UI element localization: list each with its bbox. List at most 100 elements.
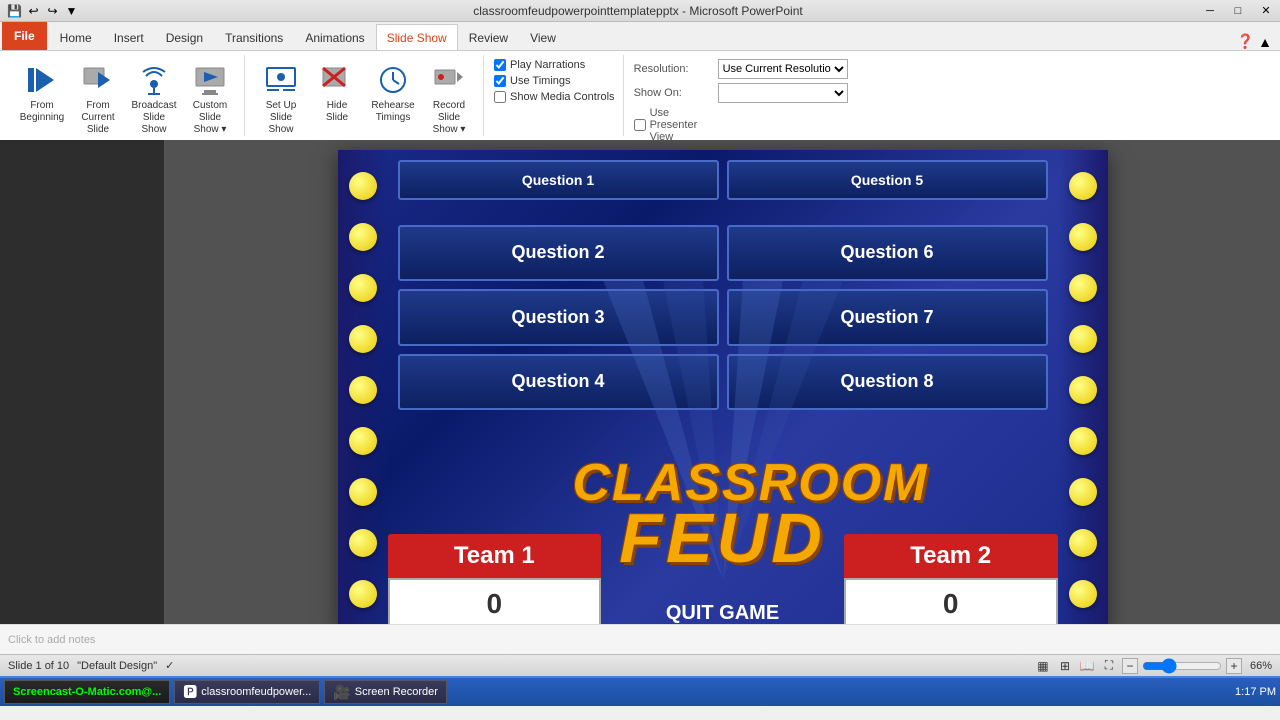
taskbar-time: 1:17 PM <box>1235 686 1276 698</box>
dot <box>349 478 377 506</box>
record-label: Record SlideShow ▾ <box>428 100 470 136</box>
record-icon <box>431 62 467 98</box>
broadcast-label: BroadcastSlide Show <box>131 100 176 136</box>
minimize-button[interactable]: ─ <box>1196 1 1224 21</box>
monitor-options: Resolution: Use Current Resolution Show … <box>634 55 848 143</box>
hide-slide-button[interactable]: HideSlide <box>311 59 363 127</box>
play-narrations-checkbox[interactable]: Play Narrations <box>494 59 615 71</box>
view-slideshow-icon[interactable]: ⛶ <box>1100 657 1118 675</box>
tab-transitions[interactable]: Transitions <box>214 24 294 50</box>
team2-score: 0 <box>844 578 1058 624</box>
screencast-app[interactable]: Screencast-O-Matic.com@... <box>4 680 170 704</box>
tab-review[interactable]: Review <box>458 24 519 50</box>
slide-main: Question 1 Question 5 Question 2 Questio… <box>165 140 1280 624</box>
ribbon-group-start-slideshow: FromBeginning FromCurrent Slide <box>8 55 245 136</box>
show-on-select[interactable] <box>718 83 848 103</box>
dot <box>1069 580 1097 608</box>
from-beginning-button[interactable]: FromBeginning <box>16 59 68 127</box>
left-dots-decoration <box>338 150 388 624</box>
screen-recorder-icon: 🎥 <box>333 684 350 701</box>
powerpoint-app[interactable]: 🅿 classroomfeudpower... <box>174 680 320 704</box>
tab-animations[interactable]: Animations <box>294 24 375 50</box>
status-left: Slide 1 of 10 "Default Design" ✓ <box>8 659 174 672</box>
hide-slide-label: HideSlide <box>326 100 348 124</box>
resolution-select[interactable]: Use Current Resolution <box>718 59 848 79</box>
dot <box>349 580 377 608</box>
ribbon-group-setup: Set UpSlide Show HideSlide <box>247 55 484 136</box>
slide-view-area: Question 1 Question 5 Question 2 Questio… <box>0 140 1280 624</box>
save-button[interactable]: 💾 <box>6 2 23 20</box>
presenter-view-checkbox[interactable]: Use Presenter View <box>634 107 714 143</box>
zoom-out-button[interactable]: − <box>1122 658 1138 674</box>
ribbon-tab-bar: File Home Insert Design Transitions Anim… <box>0 22 1280 50</box>
screen-recorder-label: Screen Recorder <box>355 686 438 698</box>
notes-panel[interactable]: Click to add notes <box>0 624 1280 654</box>
question-1-button[interactable]: Question 1 <box>398 160 719 200</box>
from-beginning-icon <box>24 62 60 98</box>
setup-label: Set UpSlide Show <box>260 100 302 136</box>
more-qa-button[interactable]: ▼ <box>63 2 80 20</box>
window-title: classroomfeudpowerpointtemplatepptx - Mi… <box>80 4 1196 18</box>
close-button[interactable]: ✕ <box>1252 1 1280 21</box>
undo-button[interactable]: ↩ <box>25 2 42 20</box>
slide-panel <box>0 140 165 624</box>
redo-button[interactable]: ↪ <box>44 2 61 20</box>
view-slide-sorter-icon[interactable]: ⊞ <box>1056 657 1074 675</box>
rehearse-timings-button[interactable]: RehearseTimings <box>367 59 419 127</box>
slide-canvas: Question 1 Question 5 Question 2 Questio… <box>338 150 1108 624</box>
spell-check-icon[interactable]: ✓ <box>165 659 174 672</box>
maximize-button[interactable]: □ <box>1224 1 1252 21</box>
tab-slideshow[interactable]: Slide Show <box>376 24 458 50</box>
dot <box>1069 274 1097 302</box>
dot <box>1069 478 1097 506</box>
dot <box>349 274 377 302</box>
play-narrations-input[interactable] <box>494 59 506 71</box>
theme-info: "Default Design" <box>77 660 157 672</box>
presenter-view-input[interactable] <box>634 119 646 131</box>
show-media-controls-checkbox[interactable]: Show Media Controls <box>494 91 615 103</box>
screen-recorder-app[interactable]: 🎥 Screen Recorder <box>324 680 447 704</box>
team1-score: 0 <box>388 578 602 624</box>
rehearse-label: RehearseTimings <box>371 100 414 124</box>
show-on-row: Show On: <box>634 83 848 103</box>
broadcast-slideshow-button[interactable]: BroadcastSlide Show <box>128 59 180 139</box>
zoom-in-button[interactable]: + <box>1226 658 1242 674</box>
custom-slideshow-button[interactable]: CustomSlide Show ▾ <box>184 59 236 139</box>
dot <box>1069 223 1097 251</box>
view-reading-icon[interactable]: 📖 <box>1078 657 1096 675</box>
status-bar: Slide 1 of 10 "Default Design" ✓ ▦ ⊞ 📖 ⛶… <box>0 654 1280 676</box>
setup-buttons: Set UpSlide Show HideSlide <box>255 55 475 139</box>
zoom-slider[interactable] <box>1142 659 1222 673</box>
from-current-slide-button[interactable]: FromCurrent Slide <box>72 59 124 139</box>
resolution-label: Resolution: <box>634 63 714 75</box>
dot <box>1069 427 1097 455</box>
record-slideshow-button[interactable]: Record SlideShow ▾ <box>423 59 475 139</box>
question-5-button[interactable]: Question 5 <box>727 160 1048 200</box>
show-media-input[interactable] <box>494 91 506 103</box>
quit-game-button[interactable]: QUIT GAME <box>666 602 779 624</box>
help-button[interactable]: ❓ <box>1237 33 1254 50</box>
tab-design[interactable]: Design <box>155 24 214 50</box>
setup-icon <box>263 62 299 98</box>
question-6-button[interactable]: Question 6 <box>727 225 1048 282</box>
question-2-button[interactable]: Question 2 <box>398 225 719 282</box>
quick-access-toolbar[interactable]: 💾 ↩ ↪ ▼ <box>0 2 80 20</box>
use-timings-checkbox[interactable]: Use Timings <box>494 75 615 87</box>
set-up-slideshow-button[interactable]: Set UpSlide Show <box>255 59 307 139</box>
window-controls[interactable]: ─ □ ✕ <box>1196 1 1280 21</box>
tab-view[interactable]: View <box>519 24 567 50</box>
minimize-ribbon-button[interactable]: ▲ <box>1258 34 1272 50</box>
presenter-view-row: Use Presenter View <box>634 107 848 143</box>
broadcast-icon <box>136 62 172 98</box>
use-timings-input[interactable] <box>494 75 506 87</box>
presenter-view-label: Use Presenter View <box>650 107 714 143</box>
play-narrations-label: Play Narrations <box>510 59 585 71</box>
feud-title: CLASSROOM FEUD <box>573 460 873 570</box>
tab-file[interactable]: File <box>2 22 47 50</box>
tab-insert[interactable]: Insert <box>103 24 155 50</box>
screencast-label: Screencast-O-Matic.com@... <box>13 686 161 698</box>
view-normal-icon[interactable]: ▦ <box>1034 657 1052 675</box>
hide-slide-icon <box>319 62 355 98</box>
dot <box>1069 376 1097 404</box>
tab-home[interactable]: Home <box>49 24 103 50</box>
